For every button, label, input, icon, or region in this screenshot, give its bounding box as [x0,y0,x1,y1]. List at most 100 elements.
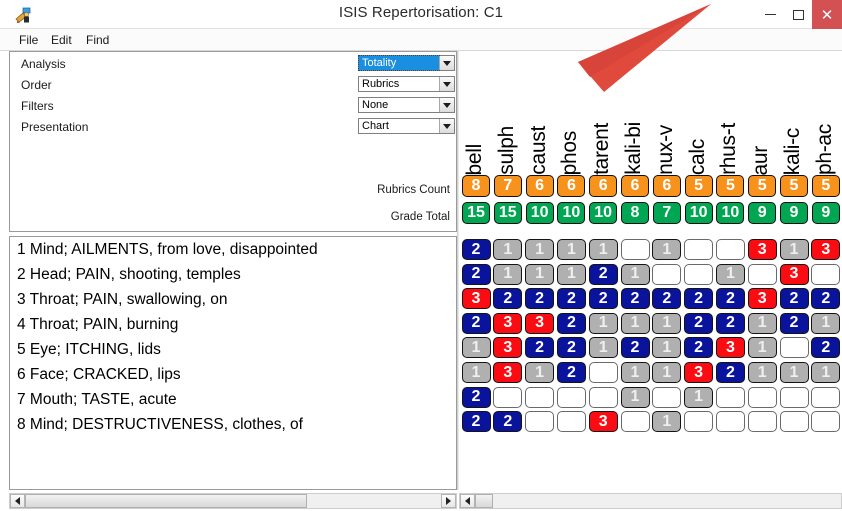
grade-cell[interactable] [684,263,714,285]
grade-cell[interactable]: 1 [620,362,650,383]
menu-item-find[interactable]: Find [81,32,114,48]
scrollbar-thumb[interactable] [475,494,493,508]
grade-cell[interactable]: 1 [556,263,586,285]
grade-cell[interactable]: 2 [779,312,809,334]
grade-cell[interactable]: 1 [525,362,555,383]
grade-cell[interactable]: 3 [747,288,777,310]
grade-cell[interactable]: 2 [779,288,809,310]
grade-cell[interactable]: 2 [556,362,586,383]
grade-cell[interactable] [652,386,682,408]
grade-cell[interactable]: 2 [715,312,745,334]
grade-cell[interactable]: 2 [556,288,586,310]
grade-cell[interactable]: 2 [461,239,491,260]
chevron-down-icon[interactable] [439,98,454,112]
grade-cell[interactable]: 1 [715,263,745,285]
grade-cell[interactable]: 3 [684,362,714,383]
grade-cell[interactable] [556,386,586,408]
grade-cell[interactable] [747,263,777,285]
remedy-header-tarent[interactable]: tarent [590,123,616,175]
grade-cell[interactable]: 1 [747,362,777,383]
grade-cell[interactable]: 1 [493,263,523,285]
list-item[interactable]: 7 Mouth; TASTE, acute [10,387,456,412]
grade-cell[interactable]: 1 [652,411,682,433]
list-item[interactable]: 3 Throat; PAIN, swallowing, on [10,287,456,312]
grade-cell[interactable]: 2 [811,288,841,310]
list-item[interactable]: 5 Eye; ITCHING, lids [10,337,456,362]
grade-cell[interactable]: 1 [588,239,618,260]
grade-cell[interactable]: 1 [779,362,809,383]
grade-cell[interactable]: 2 [588,263,618,285]
remedy-header-nux-v[interactable]: nux-v [654,125,680,175]
chevron-down-icon[interactable] [439,119,454,133]
grade-cell[interactable]: 1 [779,239,809,260]
grade-cell[interactable] [747,411,777,433]
grade-cell[interactable]: 2 [811,337,841,359]
grade-cell[interactable]: 1 [684,386,714,408]
grade-cell[interactable] [779,337,809,359]
grade-cell[interactable]: 1 [811,362,841,383]
grade-cell[interactable] [493,386,523,408]
grade-cell[interactable]: 1 [525,263,555,285]
grade-cell[interactable]: 2 [620,337,650,359]
grade-cell[interactable] [684,239,714,260]
grade-cell[interactable] [811,263,841,285]
list-item[interactable]: 4 Throat; PAIN, burning [10,312,456,337]
grade-cell[interactable]: 2 [461,386,491,408]
grade-cell[interactable]: 3 [525,312,555,334]
grade-cell[interactable]: 2 [715,362,745,383]
menu-item-file[interactable]: File [14,32,43,48]
grade-cell[interactable]: 1 [747,337,777,359]
remedy-header-kali-bi[interactable]: kali-bi [622,122,648,175]
grade-cell[interactable]: 3 [747,239,777,260]
grade-cell[interactable]: 1 [652,337,682,359]
close-button[interactable]: ✕ [812,0,842,29]
grade-cell[interactable] [588,362,618,383]
chevron-down-icon[interactable] [439,77,454,91]
grade-cell[interactable]: 3 [811,239,841,260]
grade-cell[interactable]: 2 [652,288,682,310]
scroll-left-button[interactable] [10,494,25,508]
scroll-right-button[interactable] [441,494,456,508]
remedy-header-phos[interactable]: phos [558,131,584,175]
grade-cell[interactable]: 2 [461,411,491,433]
minimize-button[interactable] [756,0,784,29]
scrollbar-thumb[interactable] [25,494,307,508]
grade-cell[interactable]: 3 [493,337,523,359]
grade-cell[interactable]: 2 [556,337,586,359]
grade-cell[interactable]: 1 [620,312,650,334]
grade-cell[interactable]: 1 [620,263,650,285]
remedy-header-aur[interactable]: aur [749,146,775,175]
grade-cell[interactable]: 1 [652,312,682,334]
scrollbar-track[interactable] [307,494,441,508]
grade-cell[interactable]: 1 [588,337,618,359]
grade-cell[interactable]: 1 [556,239,586,260]
grade-cell[interactable] [556,411,586,433]
menu-item-edit[interactable]: Edit [46,32,77,48]
grade-cell[interactable]: 2 [684,337,714,359]
grade-cell[interactable] [779,386,809,408]
grade-cell[interactable] [779,411,809,433]
grade-cell[interactable]: 3 [493,312,523,334]
grade-cell[interactable]: 2 [493,411,523,433]
grade-cell[interactable] [620,411,650,433]
list-item[interactable]: 8 Mind; DESTRUCTIVENESS, clothes, of [10,412,456,437]
grade-cell[interactable] [715,386,745,408]
chevron-down-icon[interactable] [439,56,454,70]
grade-cell[interactable]: 1 [652,362,682,383]
grade-cell[interactable] [715,239,745,260]
grade-cell[interactable]: 1 [620,386,650,408]
grade-cell[interactable]: 2 [715,288,745,310]
analysis-dropdown[interactable]: Totality [358,55,455,71]
grade-cell[interactable]: 3 [779,263,809,285]
scrollbar-track[interactable] [493,494,841,508]
grade-cell[interactable]: 2 [620,288,650,310]
grade-cell[interactable]: 1 [525,239,555,260]
grade-cell[interactable]: 2 [493,288,523,310]
list-item[interactable]: 6 Face; CRACKED, lips [10,362,456,387]
chart-hscrollbar[interactable] [459,493,842,509]
remedy-header-sulph[interactable]: sulph [495,126,521,175]
grade-cell[interactable] [747,386,777,408]
rubric-list-hscrollbar[interactable] [9,493,457,509]
grade-cell[interactable]: 2 [461,312,491,334]
grade-cell[interactable] [525,411,555,433]
